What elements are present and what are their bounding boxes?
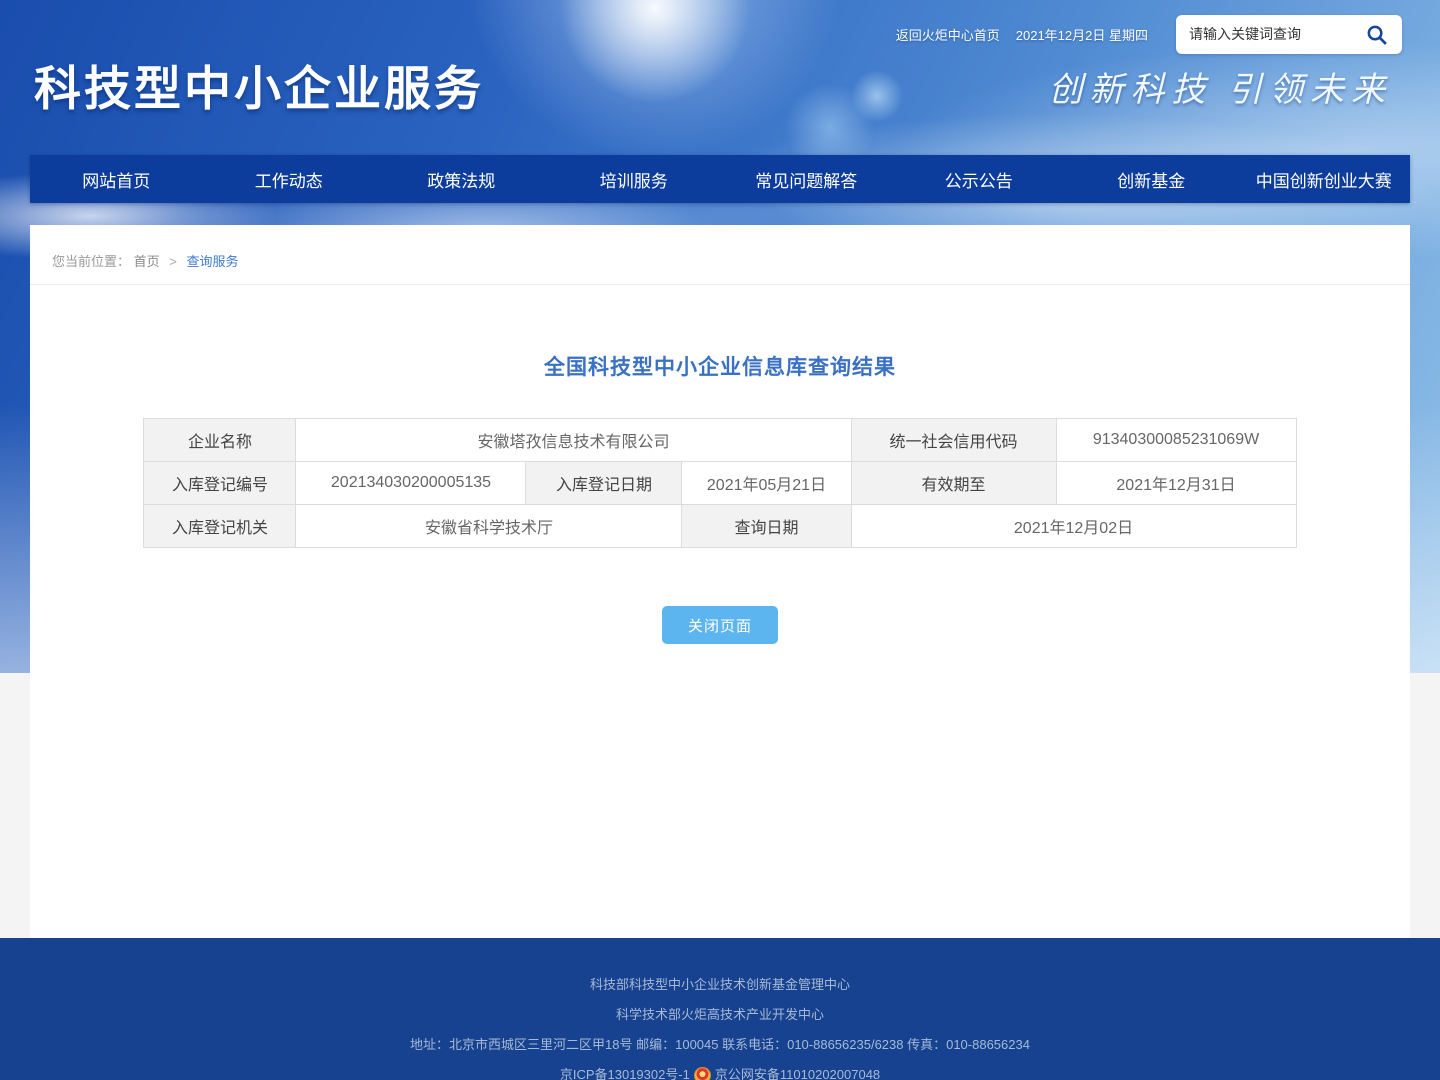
registration-date-label: 入库登记日期: [526, 462, 682, 505]
breadcrumb-separator: >: [169, 254, 177, 269]
query-result-table: 企业名称 安徽塔孜信息技术有限公司 统一社会信用代码 9134030008523…: [143, 418, 1296, 548]
search-button[interactable]: [1354, 15, 1398, 54]
page-title: 全国科技型中小企业信息库查询结果: [30, 351, 1410, 381]
footer: 科技部科技型中小企业技术创新基金管理中心 科学技术部火炬高技术产业开发中心 地址…: [0, 938, 1440, 1080]
nav-item-news[interactable]: 工作动态: [203, 155, 376, 203]
footer-record-line: 京ICP备13019302号-1 京公网安备11010202007048: [0, 1060, 1440, 1080]
table-row: 入库登记机关 安徽省科学技术厅 查询日期 2021年12月02日: [144, 505, 1296, 548]
registration-number-value: 202134030200005135: [296, 462, 526, 505]
nav-item-competition[interactable]: 中国创新创业大赛: [1238, 155, 1411, 203]
top-utility-bar: 返回火炬中心首页 2021年12月2日 星期四: [0, 14, 1440, 54]
credit-code-value: 91340300085231069W: [1056, 419, 1296, 462]
breadcrumb-home-link[interactable]: 首页: [134, 254, 160, 269]
footer-contact-line: 地址：北京市西城区三里河二区甲18号 邮编：100045 联系电话：010-88…: [0, 1030, 1440, 1060]
nav-item-faq[interactable]: 常见问题解答: [720, 155, 893, 203]
nav-item-training[interactable]: 培训服务: [548, 155, 721, 203]
nav-item-announcements[interactable]: 公示公告: [893, 155, 1066, 203]
registration-date-value: 2021年05月21日: [682, 462, 851, 505]
breadcrumb-prefix: 您当前位置：: [52, 254, 130, 269]
page: 返回火炬中心首页 2021年12月2日 星期四 科技型中小企业服务 创新科技 引…: [0, 0, 1440, 1080]
credit-code-label: 统一社会信用代码: [851, 419, 1056, 462]
content-panel: 您当前位置： 首页 > 查询服务 全国科技型中小企业信息库查询结果 企业名称 安…: [30, 225, 1410, 938]
breadcrumb: 您当前位置： 首页 > 查询服务: [30, 225, 1410, 285]
valid-until-label: 有效期至: [851, 462, 1056, 505]
registration-agency-value: 安徽省科学技术厅: [296, 505, 682, 548]
query-date-label: 查询日期: [682, 505, 851, 548]
query-date-value: 2021年12月02日: [851, 505, 1296, 548]
current-date: 2021年12月2日 星期四: [1016, 25, 1148, 44]
search-icon: [1365, 23, 1388, 46]
main-nav: 网站首页 工作动态 政策法规 培训服务 常见问题解答 公示公告 创新基金 中国创…: [30, 155, 1410, 203]
back-to-torch-center-link[interactable]: 返回火炬中心首页: [896, 25, 1000, 44]
table-row: 入库登记编号 202134030200005135 入库登记日期 2021年05…: [144, 462, 1296, 505]
button-row: 关闭页面: [30, 606, 1410, 644]
footer-org-line2: 科学技术部火炬高技术产业开发中心: [0, 1000, 1440, 1030]
company-name-value: 安徽塔孜信息技术有限公司: [296, 419, 851, 462]
nav-item-policy[interactable]: 政策法规: [375, 155, 548, 203]
search-input[interactable]: [1176, 15, 1354, 54]
close-page-button[interactable]: 关闭页面: [662, 606, 778, 644]
table-row: 企业名称 安徽塔孜信息技术有限公司 统一社会信用代码 9134030008523…: [144, 419, 1296, 462]
nav-item-innovation-fund[interactable]: 创新基金: [1065, 155, 1238, 203]
registration-agency-label: 入库登记机关: [144, 505, 296, 548]
nav-item-home[interactable]: 网站首页: [30, 155, 203, 203]
breadcrumb-current-link[interactable]: 查询服务: [187, 254, 239, 269]
police-badge-icon: [694, 1067, 711, 1080]
site-title: 科技型中小企业服务: [34, 50, 484, 119]
search-box: [1176, 15, 1402, 54]
icp-record-link[interactable]: 京ICP备13019302号-1: [560, 1060, 690, 1080]
company-name-label: 企业名称: [144, 419, 296, 462]
valid-until-value: 2021年12月31日: [1056, 462, 1296, 505]
footer-org-line1: 科技部科技型中小企业技术创新基金管理中心: [0, 970, 1440, 1000]
site-slogan: 创新科技 引领未来: [1049, 62, 1393, 111]
registration-number-label: 入库登记编号: [144, 462, 296, 505]
police-record-link[interactable]: 京公网安备11010202007048: [715, 1060, 880, 1080]
